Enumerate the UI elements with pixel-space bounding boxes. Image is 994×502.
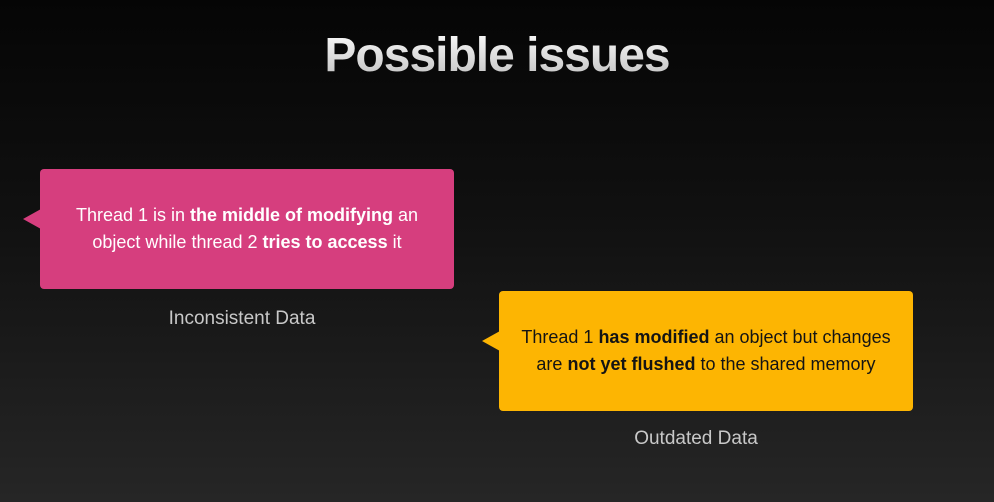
- callout-text: Thread 1 is in the middle of modifying a…: [58, 202, 436, 256]
- issue-caption-outdated-data: Outdated Data: [634, 428, 758, 449]
- issue-callout-outdated-data: Thread 1 has modified an object but chan…: [482, 291, 913, 411]
- callout-text-emphasis: the middle of modifying: [190, 205, 394, 225]
- callout-text-emphasis: not yet flushed: [567, 354, 696, 374]
- callout-text-emphasis: tries to access: [262, 232, 388, 252]
- callout-text: Thread 1 has modified an object but chan…: [517, 324, 895, 378]
- callout-text-part: to the shared memory: [695, 354, 876, 374]
- callout-text-part: Thread 1: [521, 327, 599, 347]
- callout-tail: [482, 331, 500, 351]
- callout-tail: [23, 209, 41, 229]
- issue-caption-inconsistent-data: Inconsistent Data: [168, 308, 316, 329]
- callout-text-emphasis: has modified: [598, 327, 710, 347]
- slide-title: Possible issues: [0, 28, 994, 83]
- issue-callout-inconsistent-data: Thread 1 is in the middle of modifying a…: [23, 169, 454, 289]
- callout-text-part: Thread 1 is in: [75, 205, 191, 225]
- callout-text-part: it: [387, 232, 402, 252]
